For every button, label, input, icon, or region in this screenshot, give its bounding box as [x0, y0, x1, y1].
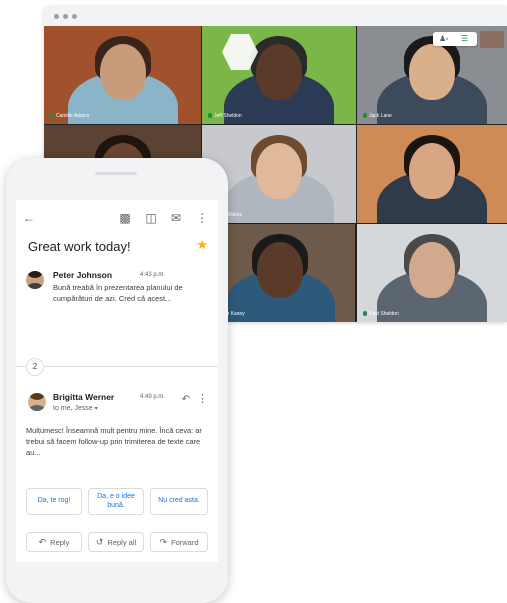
mark-unread-icon[interactable]: ✉ [169, 210, 183, 226]
video-tile[interactable]: Jeff Sheldon [202, 26, 356, 124]
message-time: 4:49 p.m. [140, 394, 166, 400]
message-body: Mulțumesc! Înseamnă mult pentru mine. În… [26, 426, 202, 457]
reply-all-icon: ↺ [95, 536, 104, 547]
phone-speaker [95, 172, 137, 175]
window-control-dot[interactable] [72, 14, 77, 19]
email-subject: Great work today! [28, 239, 131, 254]
participants-icon[interactable]: ♟8 [439, 34, 448, 44]
archive-icon[interactable]: ▩ [118, 210, 132, 226]
reply-all-button[interactable]: ↺ Reply all [88, 532, 144, 552]
video-tile[interactable] [357, 125, 507, 223]
sender-name: Brigitta Werner [53, 392, 115, 402]
video-tile[interactable]: Camille Adams [44, 26, 201, 124]
recipient-line[interactable]: to me, Jesse ▾ [53, 405, 98, 412]
self-view-thumbnail[interactable] [480, 31, 504, 48]
message-snippet: Bună treabă în prezentarea planului de c… [53, 283, 183, 303]
reply-button[interactable]: ↶ Reply [26, 532, 82, 552]
participant-name: Jack Lane [363, 113, 392, 119]
email-screen: ← ▩ ◫ ✉ ⋮ Great work today! ★ Peter John… [16, 200, 218, 562]
forward-icon: ↷ [159, 536, 168, 547]
chat-icon[interactable]: ☰ [461, 34, 468, 44]
video-tile[interactable]: Ravi Sheldon [357, 224, 507, 322]
participant-name: Jeff Sheldon [208, 113, 242, 119]
participant-name: Ravi Sheldon [363, 311, 399, 317]
star-icon[interactable]: ★ [196, 237, 208, 253]
meeting-controls: ♟8 ☰ [433, 32, 477, 46]
reply-icon: ↶ [38, 536, 47, 547]
collapsed-messages-badge[interactable]: 2 [26, 358, 44, 376]
participant-name: Camille Adams [50, 113, 89, 119]
back-arrow-icon[interactable]: ← [22, 210, 36, 226]
delete-icon[interactable]: ◫ [144, 210, 158, 226]
smart-reply-chip[interactable]: Da, te rog! [26, 488, 82, 515]
email-toolbar: ← ▩ ◫ ✉ ⋮ [16, 210, 218, 226]
sender-name: Peter Johnson [53, 270, 113, 280]
smart-reply-chip[interactable]: Da, e o idee bună. [88, 488, 144, 515]
mic-icon [363, 311, 367, 317]
smart-reply-chip[interactable]: Nu cred asta. [150, 488, 208, 515]
message-time: 4:43 p.m. [140, 272, 166, 278]
divider [16, 366, 218, 367]
avatar [28, 393, 46, 411]
more-vert-icon[interactable]: ⋮ [197, 392, 208, 405]
mic-icon [363, 113, 367, 119]
window-titlebar [44, 6, 507, 26]
phone: ← ▩ ◫ ✉ ⋮ Great work today! ★ Peter John… [6, 158, 228, 603]
avatar [26, 271, 44, 289]
mic-icon [208, 113, 212, 119]
more-vert-icon[interactable]: ⋮ [195, 210, 209, 226]
reply-icon[interactable]: ↶ [182, 394, 190, 405]
window-control-dot[interactable] [54, 14, 59, 19]
forward-button[interactable]: ↷ Forward [150, 532, 208, 552]
window-control-dot[interactable] [63, 14, 68, 19]
mic-icon [50, 113, 54, 119]
